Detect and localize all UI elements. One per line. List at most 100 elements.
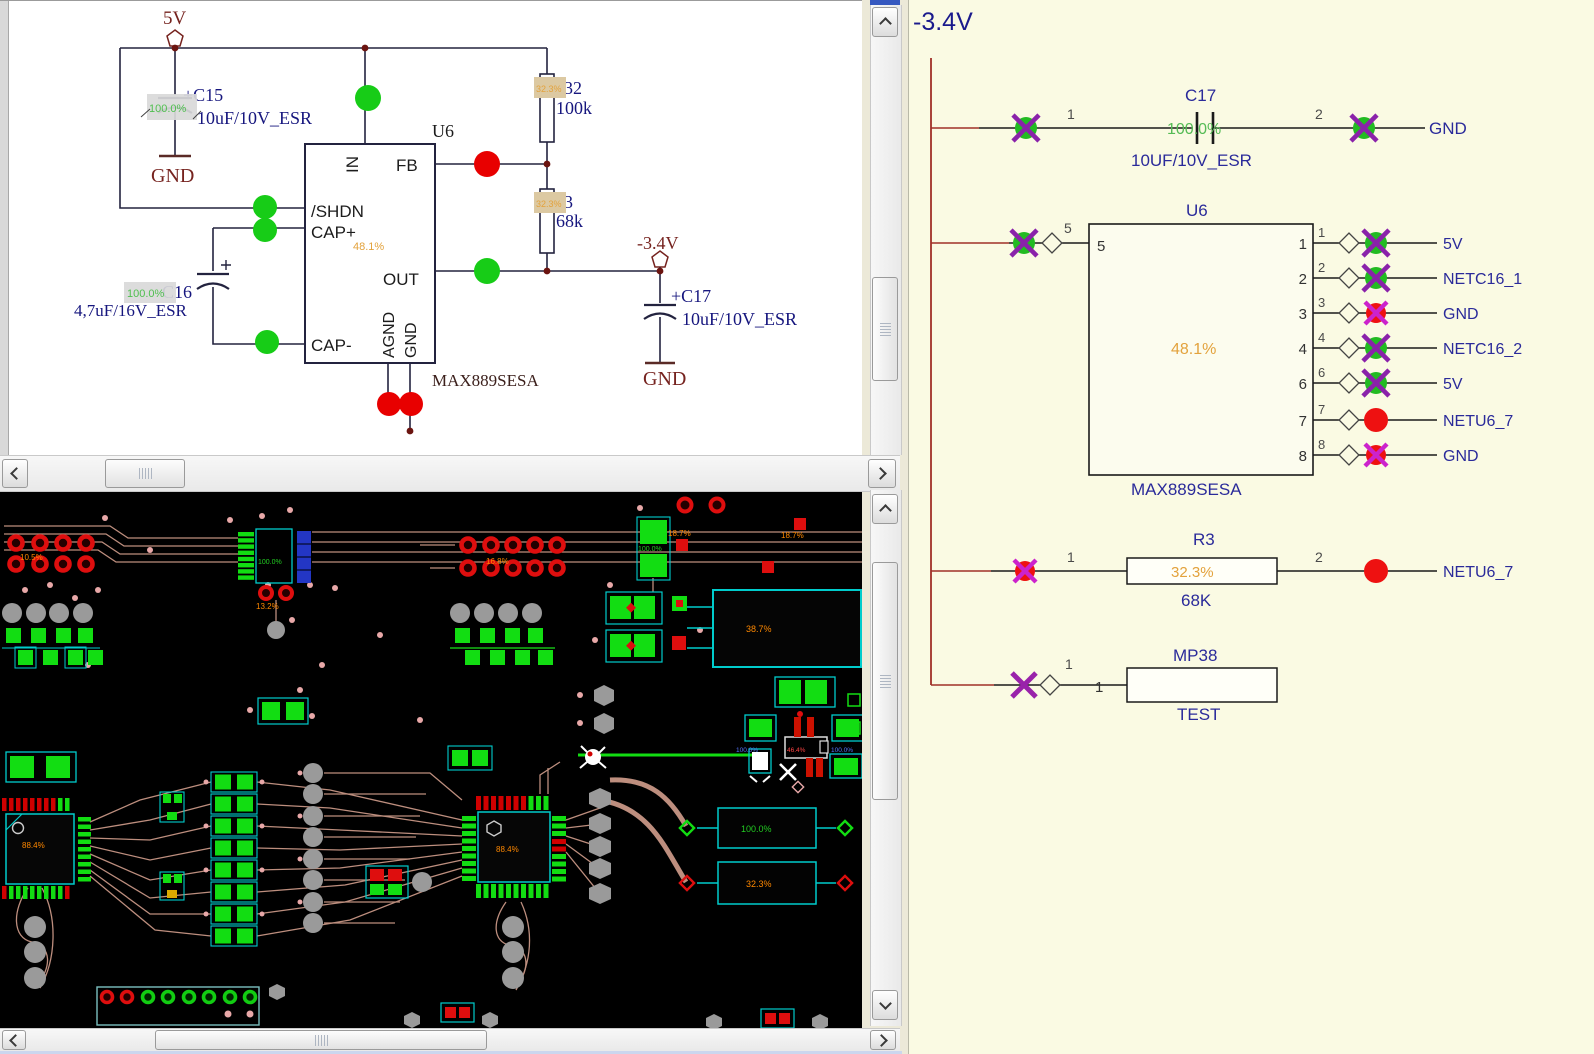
svg-text:8: 8 [1318, 437, 1325, 452]
svg-text:GND: GND [1443, 448, 1479, 465]
u6-pin-in: IN [343, 156, 362, 173]
svg-text:NETC16_1: NETC16_1 [1443, 271, 1522, 288]
scroll-left-button[interactable] [2, 1030, 26, 1050]
c17-value: 10UF/10V_ESR [1131, 151, 1252, 170]
u6-pin-gnd: GND [403, 322, 420, 358]
net-detail-panel[interactable]: 1 C17 100.0% 10UF/10V_ESR 2 GND U6 48.1%… [908, 0, 1594, 1054]
selected-pad[interactable] [752, 752, 768, 770]
r3-name: R3 [1193, 530, 1215, 549]
pct-label: 18.7% [781, 531, 804, 540]
pct-label: 18.7% [668, 529, 691, 538]
pin-number: 1 [1065, 656, 1073, 672]
pct-label: 100.0% [741, 824, 772, 834]
u6-part: MAX889SESA [1131, 480, 1242, 499]
u6-pin-fb: FB [396, 156, 418, 175]
c17-name: C17 [1185, 86, 1216, 105]
schematic-drawing: 5V +C15 10uF/10V_ESR 100.0% GND C16 100.… [0, 1, 862, 456]
pct-label: 100.0% [831, 747, 853, 754]
schematic-hscrollbar[interactable] [0, 455, 900, 492]
pct-label: 10.5% [20, 553, 43, 562]
r3-pct: 32.3% [536, 199, 562, 209]
pin-number: 5 [1064, 220, 1072, 236]
svg-text:1: 1 [1318, 225, 1325, 240]
u6-block[interactable]: U6 48.1% MAX889SESA 5 5 [931, 201, 1522, 499]
mp38-value: TEST [1177, 705, 1220, 724]
schematic-pane[interactable]: 5V +C15 10uF/10V_ESR 100.0% GND C16 100.… [0, 0, 862, 456]
svg-text:8: 8 [1299, 448, 1307, 465]
u6-pin-capm: CAP- [311, 336, 352, 355]
svg-text:NETC16_2: NETC16_2 [1443, 341, 1522, 358]
svg-text:2: 2 [1318, 260, 1325, 275]
pct-label: 16.8% [486, 557, 509, 566]
status-marker-green-x [1011, 230, 1037, 256]
r3-row[interactable]: R3 32.3% 68K 1 2 NETU6_7 [931, 530, 1513, 610]
scroll-thumb[interactable] [155, 1030, 487, 1050]
pct-label: 100.0% [258, 559, 282, 566]
panel-title: -3.4V [913, 8, 973, 36]
r32-highlight-box: 32.3% [534, 77, 566, 98]
power-symbol-neg3v4 [652, 251, 668, 267]
c17-ref: +C17 [671, 286, 711, 306]
mp38-name: MP38 [1173, 646, 1217, 665]
svg-text:6: 6 [1318, 365, 1325, 380]
scroll-thumb[interactable] [105, 459, 185, 488]
pct-label: 46.4% [787, 747, 806, 754]
net-label-neg3v4: -3.4V [637, 233, 679, 253]
c16-symbol [197, 260, 231, 289]
c17-row[interactable]: 1 C17 100.0% 10UF/10V_ESR 2 GND [931, 86, 1467, 170]
svg-text:GND: GND [1443, 306, 1479, 323]
r3-pct: 32.3% [1171, 564, 1214, 581]
u6-pct: 48.1% [353, 241, 384, 253]
scroll-thumb[interactable] [872, 562, 898, 800]
net-label-5v: 5V [163, 8, 187, 29]
pcb-vscrollbar[interactable] [870, 490, 902, 1026]
scroll-thumb[interactable] [872, 277, 898, 381]
mp38-row[interactable]: 1 1 MP38 TEST [931, 646, 1277, 724]
u6-ref: U6 [432, 121, 454, 141]
svg-text:7: 7 [1299, 413, 1307, 430]
r32-value: 100k [556, 98, 592, 118]
c17-pct: 100.0% [1167, 121, 1221, 138]
scroll-up-button[interactable] [872, 494, 898, 524]
scroll-right-button[interactable] [870, 1030, 896, 1050]
window-accent-strip [870, 0, 900, 5]
pct-label: 13.2% [256, 602, 279, 611]
svg-text:4: 4 [1299, 341, 1307, 358]
svg-text:3: 3 [1318, 295, 1325, 310]
pct-label: 38.7% [746, 624, 772, 634]
status-marker-red-dot [1364, 559, 1388, 583]
pin-number: 1 [1067, 106, 1075, 122]
pct-label: 88.4% [496, 845, 519, 854]
pin-number-inner: 5 [1097, 238, 1105, 255]
u6-pin-capp: CAP+ [311, 223, 356, 242]
c16-highlight-box: 100.0% [124, 282, 176, 303]
c16-pct: 100.0% [127, 288, 165, 300]
c17-value: 10uF/10V_ESR [682, 309, 797, 329]
gnd-label-a: GND [151, 165, 194, 187]
r3-value: 68K [1181, 591, 1212, 610]
svg-text:2: 2 [1299, 271, 1307, 288]
c15-pct: 100.0% [149, 103, 187, 115]
scroll-up-button[interactable] [872, 7, 898, 37]
scroll-left-button[interactable] [2, 459, 28, 488]
pin-number: 2 [1315, 549, 1323, 565]
schematic-vscrollbar[interactable] [870, 5, 902, 455]
power-symbol-5v [167, 30, 183, 46]
pin-number-inner: 1 [1095, 679, 1103, 696]
status-marker-green-x [1013, 115, 1039, 141]
svg-text:3: 3 [1299, 306, 1307, 323]
scroll-right-button[interactable] [868, 459, 896, 488]
svg-text:4: 4 [1318, 330, 1325, 345]
u6-outer-pin-numbers: 1 2 3 4 6 7 8 [1318, 225, 1325, 452]
scroll-down-button[interactable] [872, 990, 898, 1020]
pcb-layout-pane[interactable]: 10.5% 13.2% 16.8% 18.7% 18.7% 100.0% 100… [0, 490, 862, 1028]
svg-text:6: 6 [1299, 376, 1307, 393]
status-marker-red-x [1014, 560, 1036, 582]
status-marker-red-dot [1364, 408, 1388, 432]
r3-value: 68k [556, 211, 583, 231]
pct-label: 100.0% [736, 747, 758, 754]
pcb-hscrollbar[interactable] [0, 1028, 900, 1053]
u6-pin-shdn: /SHDN [311, 202, 364, 221]
net-label: NETU6_7 [1443, 564, 1513, 581]
svg-text:7: 7 [1318, 402, 1325, 417]
